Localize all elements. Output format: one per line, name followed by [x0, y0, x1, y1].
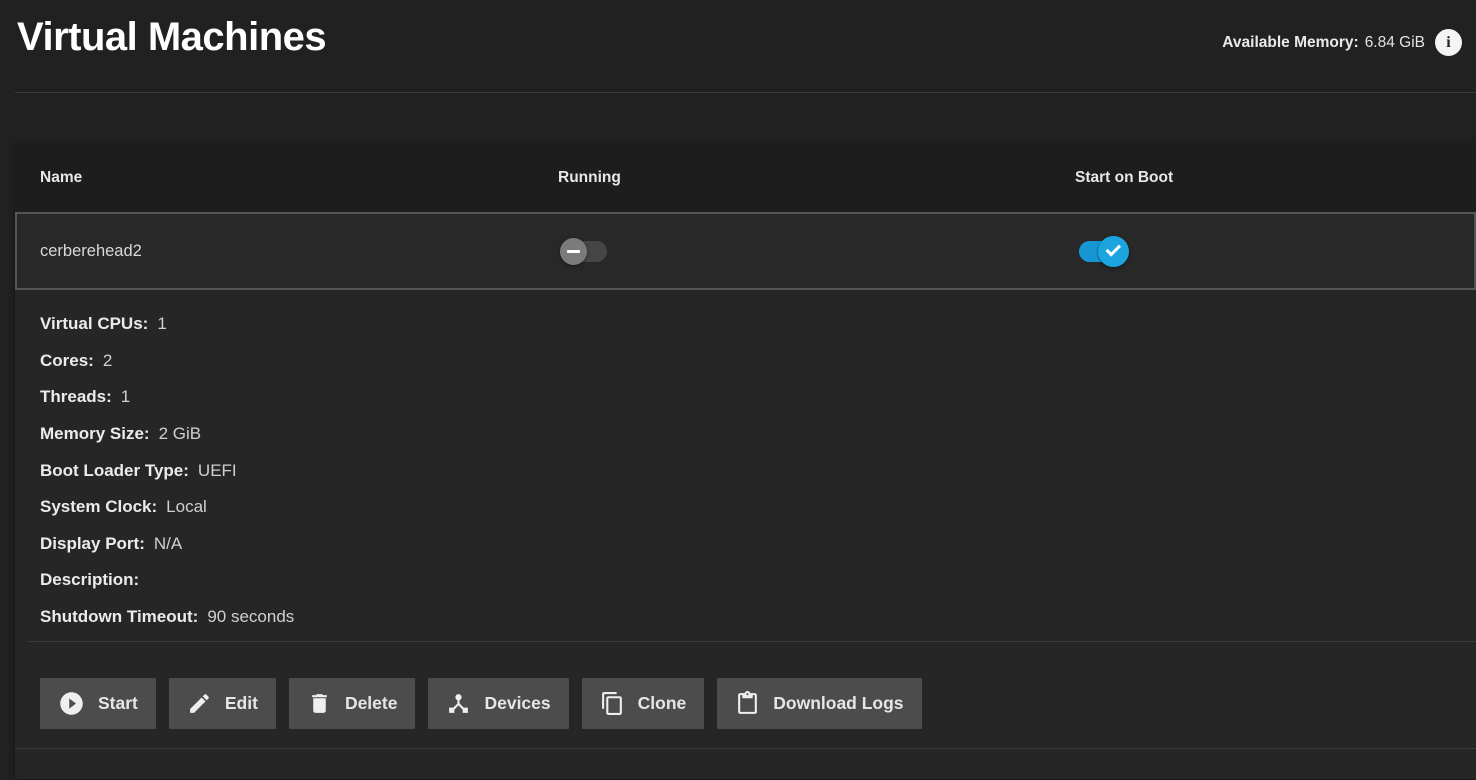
- detail-boot-loader-type: Boot Loader Type: UEFI: [40, 452, 1451, 489]
- column-header-name: Name: [15, 169, 558, 187]
- trash-icon: [307, 691, 332, 716]
- detail-display-port: Display Port: N/A: [40, 526, 1451, 563]
- start-button[interactable]: Start: [40, 678, 156, 729]
- pencil-icon: [187, 691, 212, 716]
- detail-virtual-cpus: Virtual CPUs: 1: [40, 306, 1451, 343]
- clone-icon: [600, 691, 625, 716]
- button-label: Start: [98, 693, 138, 714]
- clone-button[interactable]: Clone: [582, 678, 705, 729]
- button-label: Edit: [225, 693, 258, 714]
- button-label: Devices: [484, 693, 550, 714]
- detail-memory-size: Memory Size: 2 GiB: [40, 416, 1451, 453]
- vm-details: Virtual CPUs: 1 Cores: 2 Threads: 1 Memo…: [15, 290, 1476, 635]
- button-label: Clone: [638, 693, 687, 714]
- device-hub-icon: [446, 691, 471, 716]
- page-header: Virtual Machines Available Memory: 6.84 …: [15, 0, 1476, 93]
- detail-description: Description:: [40, 562, 1451, 599]
- available-memory-label: Available Memory:: [1222, 34, 1358, 52]
- detail-threads: Threads: 1: [40, 379, 1451, 416]
- vm-actions: Start Edit Delete Devices Clone: [15, 642, 1476, 749]
- play-circle-icon: [58, 690, 85, 717]
- running-toggle[interactable]: [560, 236, 630, 267]
- detail-system-clock: System Clock: Local: [40, 489, 1451, 526]
- button-label: Delete: [345, 693, 398, 714]
- card-footer: [15, 749, 1476, 778]
- detail-cores: Cores: 2: [40, 343, 1451, 380]
- column-header-start-on-boot: Start on Boot: [1075, 169, 1476, 187]
- info-icon[interactable]: i: [1435, 29, 1462, 56]
- available-memory-value: 6.84 GiB: [1365, 34, 1425, 52]
- clipboard-icon: [735, 691, 760, 716]
- detail-shutdown-timeout: Shutdown Timeout: 90 seconds: [40, 599, 1451, 636]
- toggle-thumb: [560, 238, 587, 265]
- button-label: Download Logs: [773, 693, 903, 714]
- edit-button[interactable]: Edit: [169, 678, 276, 729]
- download-logs-button[interactable]: Download Logs: [717, 678, 921, 729]
- column-header-running: Running: [558, 169, 1075, 187]
- vm-table-card: Name Running Start on Boot cerberehead2: [15, 144, 1476, 779]
- vm-name: cerberehead2: [17, 242, 560, 261]
- table-row[interactable]: cerberehead2: [15, 212, 1476, 290]
- table-header-row: Name Running Start on Boot: [15, 144, 1476, 212]
- start-on-boot-toggle[interactable]: [1077, 236, 1147, 267]
- delete-button[interactable]: Delete: [289, 678, 416, 729]
- minus-icon: [567, 250, 580, 253]
- toggle-thumb: [1098, 236, 1129, 267]
- check-icon: [1105, 241, 1121, 257]
- devices-button[interactable]: Devices: [428, 678, 568, 729]
- available-memory: Available Memory: 6.84 GiB i: [1222, 29, 1462, 56]
